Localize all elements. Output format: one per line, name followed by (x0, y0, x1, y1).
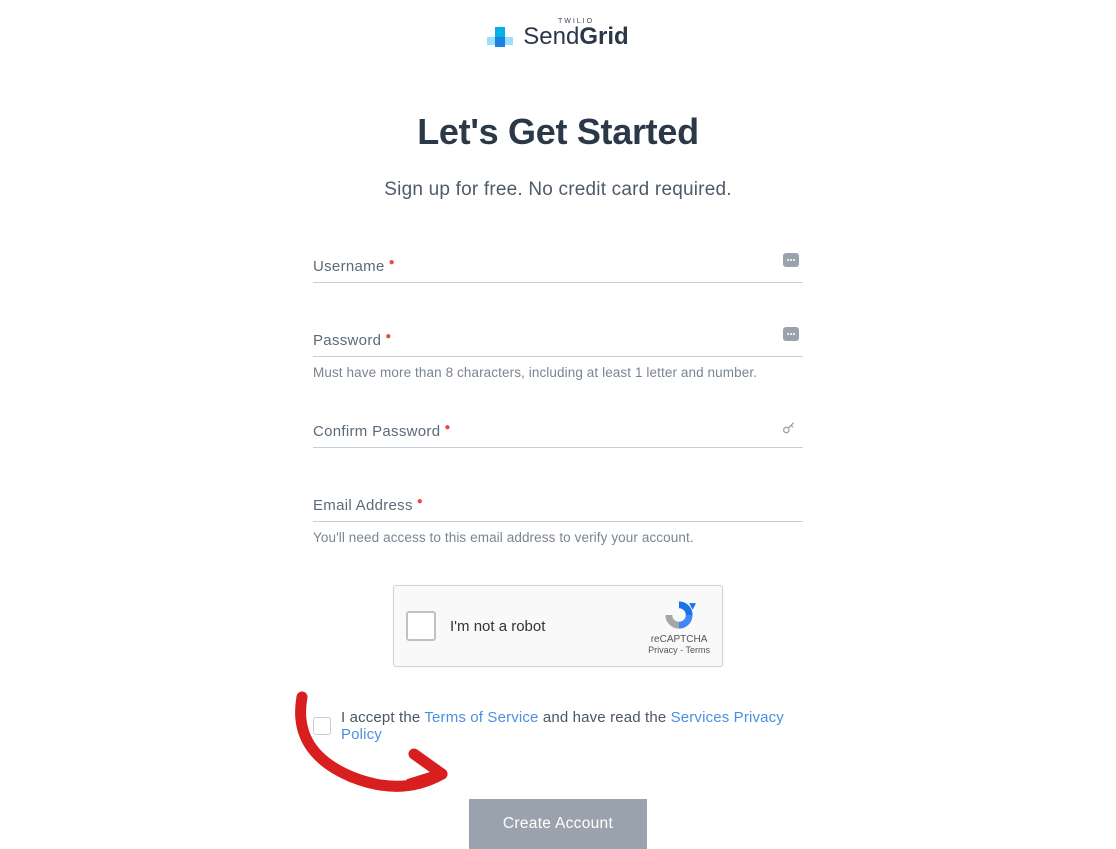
terms-checkbox[interactable] (313, 717, 331, 735)
username-input[interactable] (313, 255, 803, 283)
page-subtitle: Sign up for free. No credit card require… (384, 179, 731, 201)
submit-wrap: Create Account (313, 799, 803, 849)
email-field-wrap: Email Address● (313, 494, 803, 522)
email-hint: You'll need access to this email address… (313, 530, 803, 545)
password-hint: Must have more than 8 characters, includ… (313, 365, 803, 380)
recaptcha-checkbox[interactable] (406, 611, 436, 641)
confirm-password-input[interactable] (313, 420, 803, 448)
create-account-button[interactable]: Create Account (469, 799, 647, 849)
recaptcha-icon (662, 598, 696, 632)
sendgrid-logo-icon (487, 23, 515, 51)
signup-page: TWILIO SendGrid Let's Get Started Sign u… (0, 0, 1116, 849)
recaptcha-links: Privacy - Terms (648, 645, 710, 655)
signup-form: Username● Password● Must have more than … (313, 255, 803, 849)
logo-brand-row: SendGrid (487, 23, 628, 51)
recaptcha-widget: I'm not a robot reCAPTCHA Privacy - Term… (393, 585, 723, 667)
password-manager-icon[interactable] (783, 327, 799, 341)
recaptcha-brand: reCAPTCHA Privacy - Terms (648, 598, 710, 655)
email-input[interactable] (313, 494, 803, 522)
page-title: Let's Get Started (417, 111, 699, 153)
terms-text: I accept the Terms of Service and have r… (341, 709, 803, 743)
terms-of-service-link[interactable]: Terms of Service (424, 709, 538, 726)
recaptcha-brand-text: reCAPTCHA (648, 634, 710, 645)
password-field-wrap: Password● (313, 329, 803, 357)
key-icon (781, 420, 797, 441)
logo-wordmark: SendGrid (523, 23, 628, 51)
confirm-password-field-wrap: Confirm Password● (313, 420, 803, 448)
password-input[interactable] (313, 329, 803, 357)
terms-row: I accept the Terms of Service and have r… (313, 709, 803, 743)
password-manager-icon[interactable] (783, 253, 799, 267)
recaptcha-label: I'm not a robot (450, 618, 648, 635)
sendgrid-logo: TWILIO SendGrid (487, 18, 628, 51)
username-field-wrap: Username● (313, 255, 803, 283)
